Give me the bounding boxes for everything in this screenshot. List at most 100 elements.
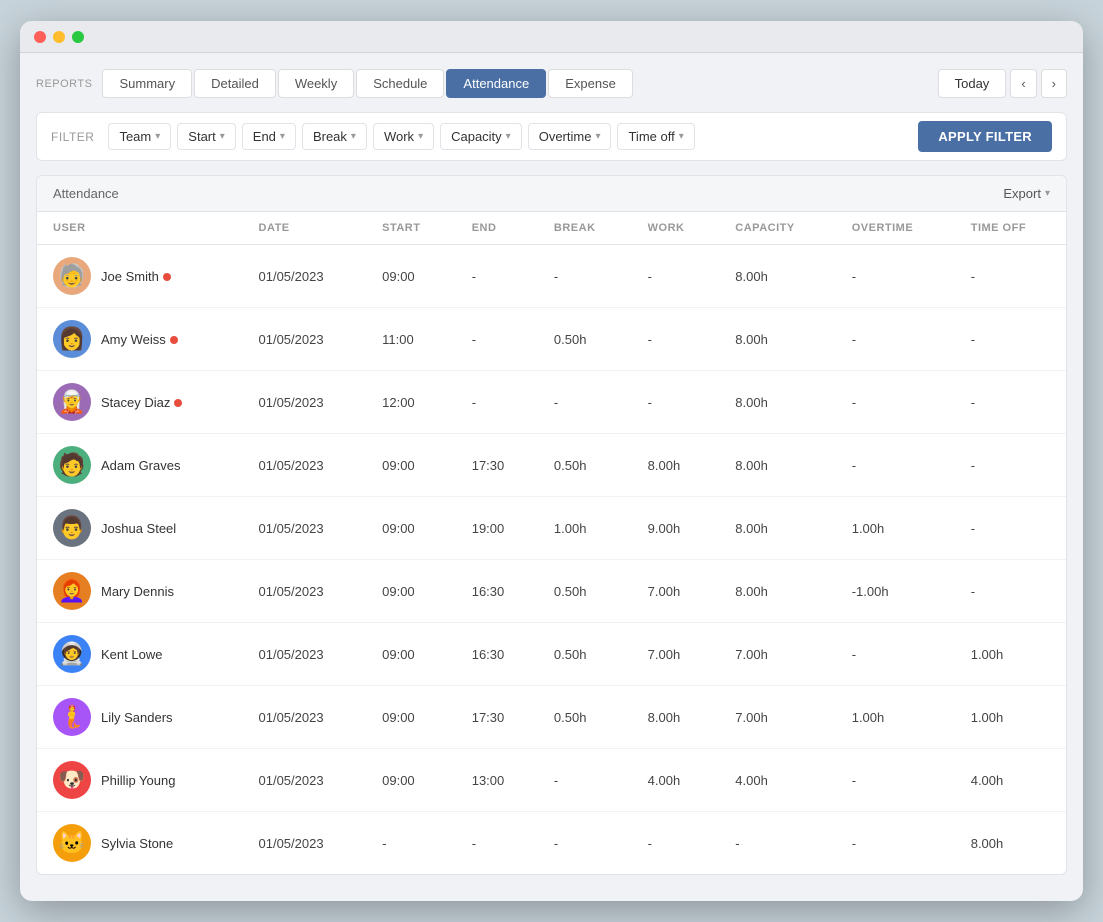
cell-capacity: 8.00h [719, 497, 835, 560]
cell-start: 09:00 [366, 434, 456, 497]
avatar: 🧝 [53, 383, 91, 421]
user-cell: 🧓 Joe Smith [53, 257, 227, 295]
filter-dropdown-start[interactable]: Start▾ [177, 123, 236, 150]
table-body: 🧓 Joe Smith 01/05/202309:00---8.00h-- 👩 … [37, 245, 1066, 875]
chevron-down-icon: ▾ [280, 131, 285, 142]
user-name: Joe Smith [101, 269, 171, 284]
nav-tab-detailed[interactable]: Detailed [194, 69, 276, 98]
nav-tab-weekly[interactable]: Weekly [278, 69, 354, 98]
cell-capacity: 4.00h [719, 749, 835, 812]
filter-dropdown-break[interactable]: Break▾ [302, 123, 367, 150]
filter-dropdown-end[interactable]: End▾ [242, 123, 296, 150]
cell-work: - [632, 245, 720, 308]
table-row: 🧝 Stacey Diaz 01/05/202312:00---8.00h-- [37, 371, 1066, 434]
filter-dropdown-overtime[interactable]: Overtime▾ [528, 123, 612, 150]
cell-work: 7.00h [632, 623, 720, 686]
filter-dropdown-work[interactable]: Work▾ [373, 123, 434, 150]
filter-dropdown-label: Time off [628, 129, 674, 144]
col-header-end: END [456, 212, 538, 245]
status-dot [174, 399, 182, 407]
export-label: Export [1003, 186, 1041, 201]
nav-tab-summary[interactable]: Summary [102, 69, 192, 98]
close-button[interactable] [34, 31, 46, 43]
nav-tab-expense[interactable]: Expense [548, 69, 633, 98]
cell-date: 01/05/2023 [243, 623, 367, 686]
cell-break: 0.50h [538, 560, 632, 623]
maximize-button[interactable] [72, 31, 84, 43]
cell-date: 01/05/2023 [243, 686, 367, 749]
status-dot [163, 273, 171, 281]
cell-capacity: 8.00h [719, 371, 835, 434]
cell-break: 0.50h [538, 686, 632, 749]
col-header-capacity: CAPACITY [719, 212, 835, 245]
filter-dropdown-label: Start [188, 129, 215, 144]
apply-filter-button[interactable]: APPLY FILTER [918, 121, 1052, 152]
reports-label: REPORTS [36, 78, 92, 90]
cell-date: 01/05/2023 [243, 245, 367, 308]
chevron-down-icon: ▾ [351, 131, 356, 142]
status-dot [170, 336, 178, 344]
cell-start: 12:00 [366, 371, 456, 434]
avatar: 🧑‍🚀 [53, 635, 91, 673]
prev-button[interactable]: ‹ [1010, 69, 1036, 98]
cell-start: 11:00 [366, 308, 456, 371]
user-cell: 🧝 Stacey Diaz [53, 383, 227, 421]
cell-overtime: - [836, 245, 955, 308]
table-row: 🧓 Joe Smith 01/05/202309:00---8.00h-- [37, 245, 1066, 308]
cell-time_off: - [955, 371, 1066, 434]
cell-start: 09:00 [366, 749, 456, 812]
main-content: REPORTS SummaryDetailedWeeklyScheduleAtt… [20, 53, 1083, 891]
cell-capacity: 8.00h [719, 560, 835, 623]
cell-overtime: 1.00h [836, 686, 955, 749]
filter-dropdown-time_off[interactable]: Time off▾ [617, 123, 694, 150]
table-row: 🧑 Adam Graves 01/05/202309:0017:300.50h8… [37, 434, 1066, 497]
today-button[interactable]: Today [938, 69, 1007, 98]
next-button[interactable]: › [1041, 69, 1067, 98]
table-row: 👩‍🦰 Mary Dennis 01/05/202309:0016:300.50… [37, 560, 1066, 623]
filter-dropdown-label: Work [384, 129, 414, 144]
col-header-overtime: OVERTIME [836, 212, 955, 245]
filter-dropdown-label: Capacity [451, 129, 502, 144]
chevron-down-icon: ▾ [506, 131, 511, 142]
cell-time_off: - [955, 497, 1066, 560]
col-header-start: START [366, 212, 456, 245]
user-cell: 👨 Joshua Steel [53, 509, 227, 547]
cell-work: 9.00h [632, 497, 720, 560]
minimize-button[interactable] [53, 31, 65, 43]
avatar: 🐱 [53, 824, 91, 862]
cell-work: - [632, 812, 720, 875]
filter-label: FILTER [51, 130, 94, 144]
cell-time_off: 8.00h [955, 812, 1066, 875]
cell-start: 09:00 [366, 497, 456, 560]
filter-dropdown-team[interactable]: Team▾ [108, 123, 171, 150]
table-row: 🧑‍🚀 Kent Lowe 01/05/202309:0016:300.50h7… [37, 623, 1066, 686]
nav-tabs: SummaryDetailedWeeklyScheduleAttendanceE… [102, 69, 632, 98]
table-header: USERDATESTARTENDBREAKWORKCAPACITYOVERTIM… [37, 212, 1066, 245]
nav-tab-schedule[interactable]: Schedule [356, 69, 444, 98]
avatar: 👩 [53, 320, 91, 358]
nav-tab-attendance[interactable]: Attendance [446, 69, 546, 98]
cell-capacity: 8.00h [719, 245, 835, 308]
table-row: 🐱 Sylvia Stone 01/05/2023------8.00h [37, 812, 1066, 875]
cell-overtime: - [836, 434, 955, 497]
avatar: 🧓 [53, 257, 91, 295]
user-name: Joshua Steel [101, 521, 176, 536]
cell-time_off: 4.00h [955, 749, 1066, 812]
col-header-time-off: TIME OFF [955, 212, 1066, 245]
cell-time_off: - [955, 434, 1066, 497]
cell-break: - [538, 749, 632, 812]
cell-overtime: 1.00h [836, 497, 955, 560]
cell-capacity: 8.00h [719, 308, 835, 371]
cell-date: 01/05/2023 [243, 812, 367, 875]
nav-right: Today ‹ › [938, 69, 1067, 98]
table-row: 👨 Joshua Steel 01/05/202309:0019:001.00h… [37, 497, 1066, 560]
user-name: Adam Graves [101, 458, 180, 473]
nav-bar: REPORTS SummaryDetailedWeeklyScheduleAtt… [36, 69, 1067, 98]
user-name: Amy Weiss [101, 332, 178, 347]
cell-date: 01/05/2023 [243, 308, 367, 371]
col-header-user: USER [37, 212, 243, 245]
window-controls [34, 31, 84, 43]
export-button[interactable]: Export ▾ [1003, 186, 1050, 201]
cell-work: 4.00h [632, 749, 720, 812]
filter-dropdown-capacity[interactable]: Capacity ▾ [440, 123, 522, 150]
